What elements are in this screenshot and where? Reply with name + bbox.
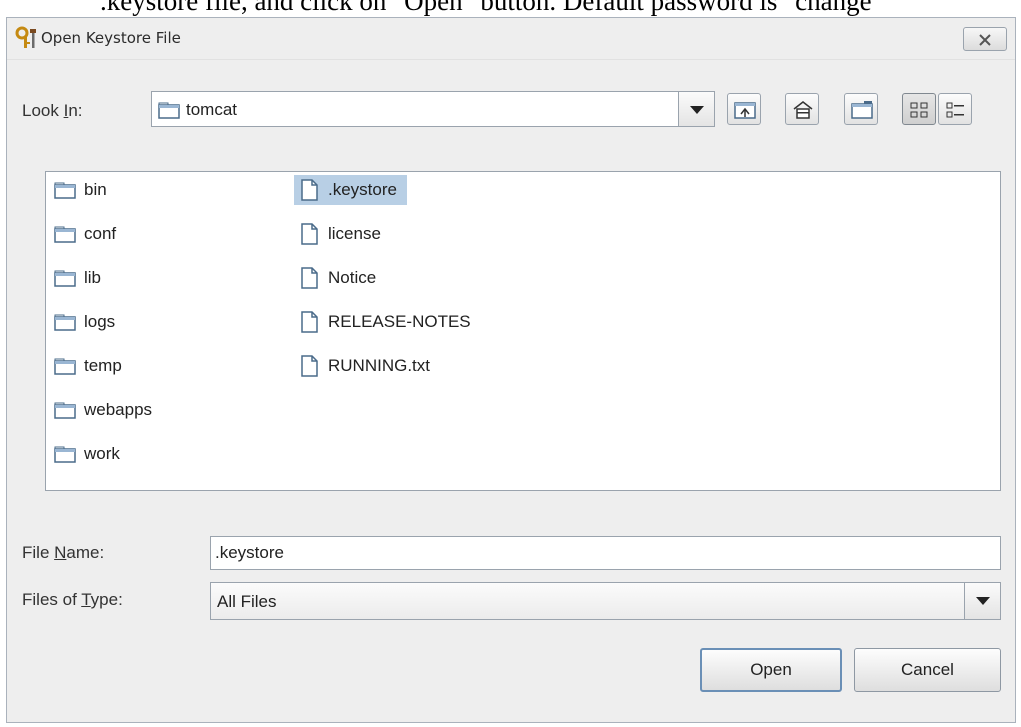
file-item-name: license bbox=[328, 224, 381, 243]
cancel-button[interactable]: Cancel bbox=[854, 648, 1001, 692]
keystore-tools-icon bbox=[15, 26, 39, 50]
file-name-input[interactable] bbox=[210, 536, 1001, 570]
chevron-down-icon bbox=[690, 106, 704, 114]
new-folder-icon bbox=[851, 101, 873, 119]
file-list-item[interactable]: Notice bbox=[294, 263, 386, 293]
document-icon bbox=[301, 223, 318, 245]
close-button[interactable] bbox=[963, 27, 1007, 51]
file-list-item[interactable]: RELEASE-NOTES bbox=[294, 307, 481, 337]
files-of-type-label-suffix: ype: bbox=[90, 590, 123, 609]
document-icon bbox=[301, 311, 318, 333]
home-button[interactable] bbox=[785, 93, 819, 125]
folder-list-item[interactable]: webapps bbox=[50, 395, 162, 425]
folder-icon bbox=[54, 358, 76, 375]
file-name-label-text: File bbox=[22, 543, 55, 562]
up-folder-icon bbox=[734, 102, 756, 119]
file-name-label: File Name: bbox=[22, 543, 104, 563]
look-in-combo[interactable]: tomcat bbox=[151, 91, 715, 127]
list-view-icon bbox=[910, 102, 928, 118]
folder-icon bbox=[54, 314, 76, 331]
look-in-label: Look In: bbox=[22, 101, 83, 121]
files-of-type-value: All Files bbox=[217, 592, 277, 611]
folder-icon bbox=[54, 402, 76, 419]
folder-list-item[interactable]: logs bbox=[50, 307, 125, 337]
files-of-type-label-text: Files of bbox=[22, 590, 82, 609]
file-item-name: webapps bbox=[84, 400, 153, 419]
folder-icon bbox=[54, 446, 76, 463]
file-item-name: Notice bbox=[328, 268, 377, 287]
file-list-item[interactable]: RUNNING.txt bbox=[294, 351, 440, 381]
close-icon bbox=[979, 34, 991, 46]
file-item-name: logs bbox=[84, 312, 116, 331]
folder-icon bbox=[54, 226, 76, 243]
file-item-name: RELEASE-NOTES bbox=[328, 312, 471, 331]
title-bar[interactable]: Open Keystore File bbox=[7, 18, 1015, 60]
look-in-value: tomcat bbox=[186, 100, 238, 119]
look-in-dropdown-button[interactable] bbox=[678, 92, 714, 126]
file-list-item[interactable]: license bbox=[294, 219, 391, 249]
file-item-name: temp bbox=[84, 356, 122, 375]
folder-icon bbox=[158, 102, 180, 119]
files-of-type-label: Files of Type: bbox=[22, 590, 123, 610]
file-name-label-mnemonic: N bbox=[54, 543, 67, 562]
file-item-name: .keystore bbox=[328, 180, 397, 199]
document-icon bbox=[301, 355, 318, 377]
files-of-type-dropdown-button[interactable] bbox=[964, 583, 1000, 619]
files-of-type-label-mnemonic: T bbox=[81, 590, 91, 609]
file-name-label-suffix: ame: bbox=[66, 543, 105, 562]
folder-list-item[interactable]: conf bbox=[50, 219, 126, 249]
open-keystore-dialog: Open Keystore File Look In: tomcat bin c… bbox=[6, 17, 1016, 723]
folder-list-item[interactable]: work bbox=[50, 439, 130, 469]
document-icon bbox=[301, 267, 318, 289]
dialog-title: Open Keystore File bbox=[41, 29, 181, 47]
home-icon bbox=[793, 101, 813, 119]
folder-list-item[interactable]: bin bbox=[50, 175, 117, 205]
file-list-pane[interactable]: bin conf lib logs temp webapps work .keystore li… bbox=[45, 171, 1001, 491]
document-text: .keystore file, and click on "Open" butt… bbox=[100, 0, 872, 16]
folder-icon bbox=[54, 270, 76, 287]
details-view-button[interactable] bbox=[938, 93, 972, 125]
list-view-button[interactable] bbox=[902, 93, 936, 125]
file-item-name: lib bbox=[84, 268, 102, 287]
file-item-name: work bbox=[84, 444, 120, 463]
file-item-name: conf bbox=[84, 224, 117, 243]
file-item-name: bin bbox=[84, 180, 107, 199]
file-item-name: RUNNING.txt bbox=[328, 356, 430, 375]
chevron-down-icon bbox=[976, 597, 990, 605]
look-in-label-text: Look bbox=[22, 101, 64, 120]
new-folder-button[interactable] bbox=[844, 93, 878, 125]
folder-list-item[interactable]: temp bbox=[50, 351, 132, 381]
files-of-type-combo[interactable]: All Files bbox=[210, 582, 1001, 620]
up-one-level-button[interactable] bbox=[727, 93, 761, 125]
open-button[interactable]: Open bbox=[700, 648, 842, 692]
file-list-item[interactable]: .keystore bbox=[294, 175, 407, 205]
document-icon bbox=[301, 179, 318, 201]
look-in-label-suffix: n: bbox=[68, 101, 83, 120]
details-view-icon bbox=[946, 102, 964, 118]
folder-icon bbox=[54, 182, 76, 199]
folder-list-item[interactable]: lib bbox=[50, 263, 111, 293]
